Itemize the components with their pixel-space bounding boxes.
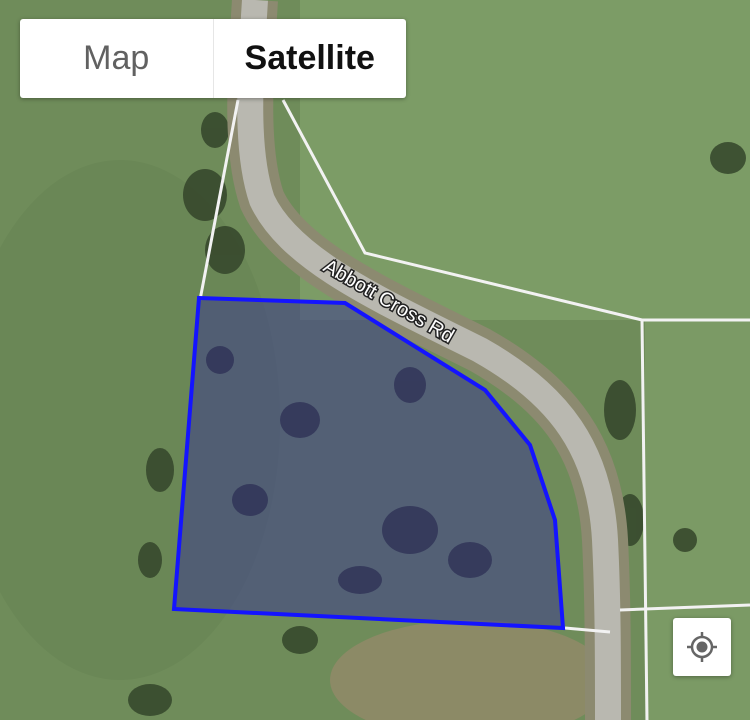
my-location-button[interactable] [673,618,731,676]
crosshair-location-icon [687,632,717,662]
satellite-imagery: Abbott Cross Rd [0,0,750,720]
map-type-toggle: Map Satellite [20,19,406,98]
map-view[interactable]: Abbott Cross Rd Map Satellite [0,0,750,720]
map-view-button[interactable]: Map [20,19,214,98]
satellite-view-button[interactable]: Satellite [214,19,407,98]
